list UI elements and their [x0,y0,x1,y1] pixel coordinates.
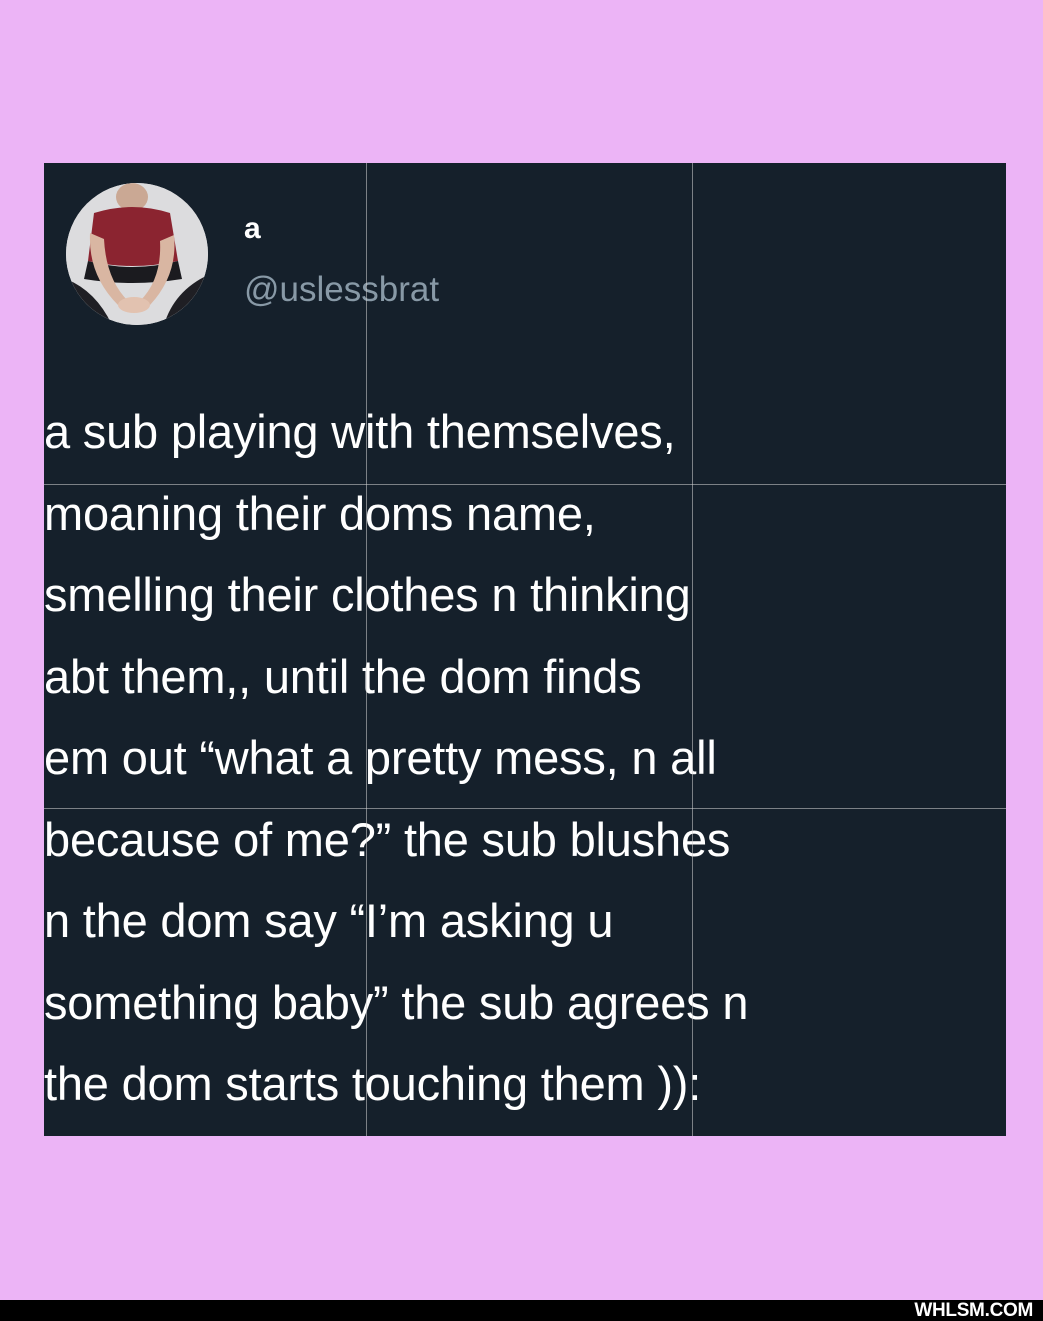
site-watermark: WHLSM.COM [914,1300,1033,1321]
display-name[interactable]: a [244,211,261,247]
tweet-card: a @uslessbrat a sub playing with themsel… [44,163,1006,1136]
tweet-line: moaning their doms name, [44,486,596,540]
tweet-line: something baby” the sub agrees n [44,975,749,1029]
tweet-line: smelling their clothes n thinking [44,568,691,621]
tweet-line: a sub playing with themselves, [44,405,676,458]
profile-photo-icon [66,183,208,325]
avatar[interactable] [66,183,208,325]
tweet-line: abt them,, until the dom finds [44,649,642,703]
user-handle[interactable]: @uslessbrat [244,269,439,311]
watermark-bar: WHLSM.COM [0,1300,1043,1321]
tweet-line: the dom starts touching them )): [44,1057,702,1110]
tweet-line: because of me?” the sub blushes [44,812,731,866]
tweet-line: em out “what a pretty mess, n all [44,731,717,784]
tweet-line: n the dom say “I’m asking u [44,894,614,947]
tweet-text: a sub playing with themselves, moaning t… [44,391,1006,1125]
